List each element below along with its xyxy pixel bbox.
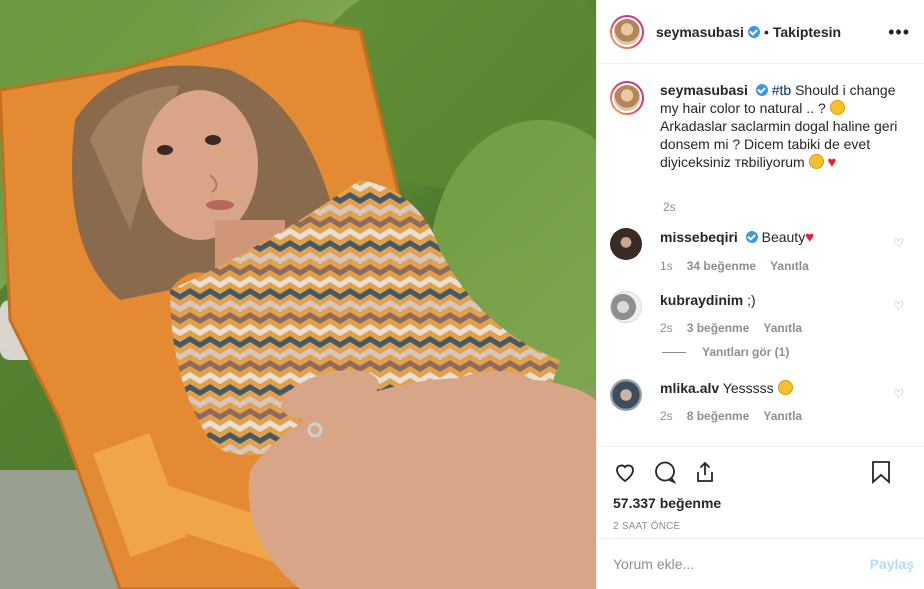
comments-list[interactable]: seymasubasi #tb Should i change my hair … — [597, 65, 924, 445]
caption-body-2: Arkadaslar saclarmin dogal haline geri d… — [660, 118, 898, 170]
more-options-icon[interactable]: ••• — [888, 23, 910, 41]
thinking-emoji-icon — [829, 100, 845, 115]
commenter-avatar[interactable] — [610, 291, 642, 323]
post-actions-area: 57.337 beğenme 2 SAAT ÖNCE — [597, 446, 924, 532]
caption-author-avatar[interactable] — [610, 81, 644, 115]
caption: seymasubasi #tb Should i change my hair … — [610, 81, 910, 186]
like-count[interactable]: 57.337 beğenme — [613, 495, 908, 511]
reply-button[interactable]: Yanıtla — [770, 259, 809, 273]
comment-meta: 2s 3 beğenme Yanıtla — [660, 321, 802, 335]
comment-row: mlika.alv Yesssss 2s 8 beğenme Yanıtla ♡ — [610, 379, 910, 423]
comment-body: Beauty — [761, 229, 806, 245]
caption-hashtag[interactable]: #tb — [772, 82, 791, 98]
commenter-avatar[interactable] — [610, 379, 642, 411]
heart-emoji-icon: ♥ — [827, 154, 837, 171]
comment-likes[interactable]: 8 beğenme — [687, 409, 750, 423]
action-bar — [613, 457, 908, 487]
comment-meta: 2s 8 beğenme Yanıtla — [660, 409, 802, 423]
comment-text: mlika.alv Yesssss — [660, 379, 802, 397]
share-icon[interactable] — [693, 460, 717, 484]
reply-button[interactable]: Yanıtla — [763, 321, 802, 335]
commenter-avatar[interactable] — [610, 228, 642, 260]
header-separator: • — [763, 23, 769, 40]
comment-time[interactable]: 2s — [660, 409, 673, 423]
comment-like-heart-icon[interactable]: ♡ — [893, 236, 904, 250]
star-struck-emoji-icon — [777, 380, 793, 395]
comment-input[interactable] — [613, 556, 870, 572]
comment-text: kubraydinim ;) — [660, 291, 802, 309]
post-time-ago[interactable]: 2 SAAT ÖNCE — [613, 521, 908, 532]
post-side-panel: seymasubasi • Takiptesin ••• seymasubasi… — [596, 0, 924, 589]
replies-line-divider — [662, 351, 686, 353]
author-avatar[interactable] — [610, 14, 644, 49]
add-comment-bar: Paylaş — [597, 538, 924, 589]
post-photo[interactable] — [0, 0, 596, 589]
verified-badge-icon — [747, 25, 760, 38]
comment-time[interactable]: 2s — [660, 321, 673, 335]
comment-text: missebeqiri Beauty♥ — [660, 228, 814, 247]
comment-username[interactable]: mlika.alv — [660, 380, 719, 396]
comment-bubble-icon[interactable] — [653, 460, 677, 484]
comment-row: kubraydinim ;) 2s 3 beğenme Yanıtla ♡ — [610, 291, 910, 335]
grinning-emoji-icon — [808, 154, 824, 169]
post-comment-button[interactable]: Paylaş — [870, 556, 914, 572]
follow-status-button[interactable]: Takiptesin — [773, 24, 841, 40]
post-photo-illustration — [0, 0, 596, 589]
comment-username[interactable]: missebeqiri — [660, 229, 738, 245]
comment-like-heart-icon[interactable]: ♡ — [893, 387, 904, 401]
comment-body: Yesssss — [722, 380, 774, 396]
comment-time[interactable]: 1s — [660, 259, 673, 273]
comment-likes[interactable]: 34 beğenme — [687, 259, 756, 273]
comment-likes[interactable]: 3 beğenme — [687, 321, 750, 335]
caption-username[interactable]: seymasubasi — [660, 82, 748, 98]
instagram-post-modal: seymasubasi • Takiptesin ••• seymasubasi… — [0, 0, 924, 589]
comment-body: ;) — [747, 292, 756, 308]
comment-row: missebeqiri Beauty♥ 1s 34 beğenme Yanıtl… — [610, 228, 910, 273]
author-username[interactable]: seymasubasi — [656, 24, 744, 40]
like-heart-icon[interactable] — [613, 460, 637, 484]
comment-username[interactable]: kubraydinim — [660, 292, 743, 308]
comment-verified-badge-icon — [745, 231, 758, 243]
reply-button[interactable]: Yanıtla — [763, 409, 802, 423]
comment-like-heart-icon[interactable]: ♡ — [893, 299, 904, 313]
view-replies-button[interactable]: Yanıtları gör (1) — [662, 345, 910, 359]
caption-time: 2s — [663, 200, 676, 214]
caption-verified-badge-icon — [755, 84, 768, 96]
caption-text: seymasubasi #tb Should i change my hair … — [660, 81, 910, 172]
comment-meta: 1s 34 beğenme Yanıtla — [660, 259, 814, 273]
view-replies-label: Yanıtları gör (1) — [702, 345, 790, 359]
bookmark-icon[interactable] — [870, 460, 892, 484]
post-header: seymasubasi • Takiptesin ••• — [597, 0, 924, 64]
heart-emoji-icon: ♥ — [805, 229, 815, 246]
